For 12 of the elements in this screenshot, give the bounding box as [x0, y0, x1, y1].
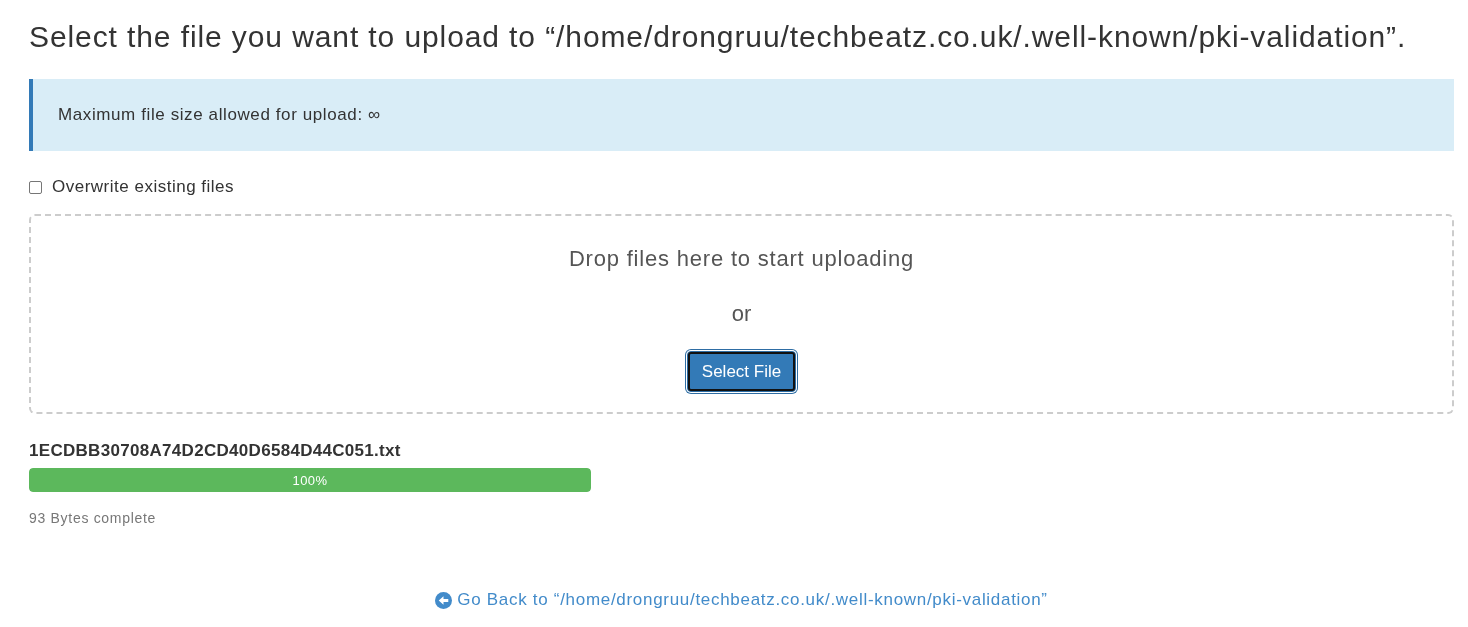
page-heading: Select the file you want to upload to “/home/drongruu/techbeatz.co.uk/.well-known/pki-validation”.: [29, 19, 1408, 55]
go-back-link[interactable]: Go Back to “/home/drongruu/techbeatz.co.uk/.well-known/pki-validation”: [435, 590, 1048, 610]
file-drop-zone[interactable]: Drop files here to start uploading or Select File: [29, 214, 1454, 414]
uploaded-file-name: 1ECDBB30708A74D2CD40D6584D44C051.txt: [29, 440, 402, 462]
upload-status: 93 Bytes complete: [29, 510, 158, 526]
overwrite-checkbox[interactable]: [29, 180, 42, 194]
progress-percent: 100%: [292, 472, 328, 488]
upload-limit-notice: Maximum file size allowed for upload: ∞: [29, 79, 1454, 151]
or-separator: or: [731, 300, 752, 328]
select-file-button[interactable]: Select File: [686, 351, 797, 392]
drop-prompt: Drop files here to start uploading: [568, 245, 915, 273]
overwrite-label[interactable]: Overwrite existing files: [52, 177, 235, 197]
